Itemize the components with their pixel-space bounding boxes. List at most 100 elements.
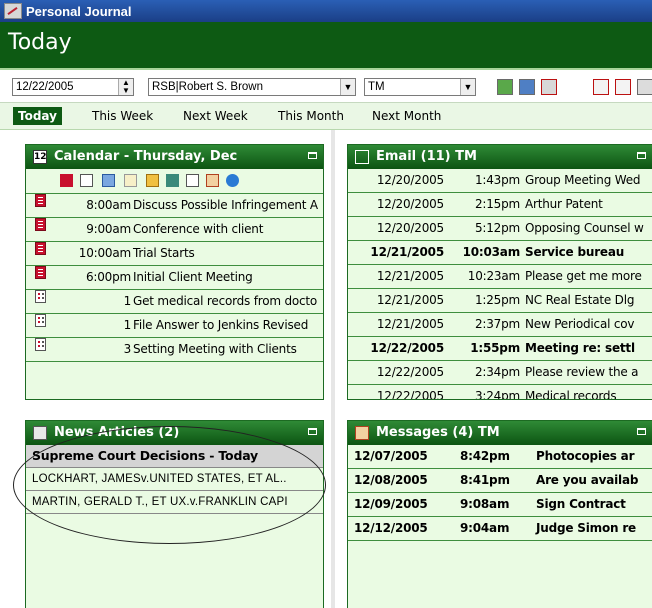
email-date: 12/21/2005 bbox=[376, 269, 444, 283]
task-icon bbox=[35, 314, 46, 327]
email-row[interactable]: 12/20/2005 5:12pm Opposing Counsel w bbox=[348, 217, 652, 241]
message-row[interactable]: 12/12/2005 9:04am Judge Simon re bbox=[348, 517, 652, 541]
message-time: 9:04am bbox=[460, 521, 510, 535]
email-row[interactable]: 12/21/2005 10:23am Please get me more bbox=[348, 265, 652, 289]
tab-this-month[interactable]: This Month bbox=[273, 107, 349, 125]
task-view-icon[interactable] bbox=[80, 174, 93, 187]
user-select[interactable]: RSB|Robert S. Brown ▼ bbox=[148, 78, 356, 96]
reminder-icon[interactable] bbox=[615, 79, 631, 95]
email-subject: Meeting re: settl bbox=[525, 341, 635, 355]
task-icon bbox=[35, 290, 46, 303]
email-row[interactable]: 12/21/2005 2:37pm New Periodical cov bbox=[348, 313, 652, 337]
message-icon[interactable] bbox=[206, 174, 219, 187]
email-date: 12/21/2005 bbox=[376, 293, 444, 307]
highlight-ellipse-annotation bbox=[13, 426, 326, 544]
calendar-item[interactable]: 9:00am Conference with client bbox=[26, 218, 323, 242]
email-row[interactable]: 12/21/2005 1:25pm NC Real Estate Dlg bbox=[348, 289, 652, 313]
email-icon[interactable] bbox=[186, 174, 199, 187]
minimize-icon[interactable] bbox=[308, 428, 317, 435]
email-panel: Email (11) TM 12/20/2005 1:43pm Group Meet… bbox=[347, 144, 652, 400]
page-title: Today bbox=[8, 30, 72, 55]
complete-task-icon[interactable] bbox=[593, 79, 609, 95]
email-date: 12/22/2005 bbox=[376, 365, 444, 379]
calendar-item-time: 6:00pm bbox=[85, 270, 131, 284]
calendar-item[interactable]: 6:00pm Initial Client Meeting bbox=[26, 266, 323, 290]
appointment-icon bbox=[35, 242, 46, 255]
calendar-item-text: Setting Meeting with Clients bbox=[133, 342, 297, 356]
email-row[interactable]: 12/20/2005 2:15pm Arthur Patent bbox=[348, 193, 652, 217]
email-row[interactable]: 12/22/2005 1:55pm Meeting re: settl bbox=[348, 337, 652, 361]
messages-panel: Messages (4) TM 12/07/2005 8:42pm Photocop… bbox=[347, 420, 652, 608]
date-spinner[interactable]: ▲ ▼ bbox=[118, 79, 133, 95]
email-subject: Please get me more bbox=[525, 269, 642, 283]
email-date: 12/21/2005 bbox=[370, 245, 444, 259]
messages-panel-title: Messages (4) TM bbox=[376, 425, 500, 440]
globe-icon[interactable] bbox=[226, 174, 239, 187]
day-view-icon[interactable] bbox=[102, 174, 115, 187]
calendar-item[interactable]: 8:00am Discuss Possible Infringement A bbox=[26, 194, 323, 218]
minimize-icon[interactable] bbox=[637, 152, 646, 159]
tab-today[interactable]: Today bbox=[13, 107, 62, 125]
calendar-list: 8:00am Discuss Possible Infringement A 9:0… bbox=[26, 194, 323, 362]
delete-entry-icon[interactable] bbox=[541, 79, 557, 95]
minimize-icon[interactable] bbox=[308, 152, 317, 159]
email-time: 10:23am bbox=[467, 269, 520, 283]
date-field[interactable]: 12/22/2005 ▲ ▼ bbox=[12, 78, 134, 96]
tab-next-week[interactable]: Next Week bbox=[178, 107, 253, 125]
email-date: 12/20/2005 bbox=[376, 197, 444, 211]
chevron-down-icon[interactable]: ▼ bbox=[460, 79, 475, 95]
email-time: 2:37pm bbox=[474, 317, 520, 331]
journal-app-icon bbox=[4, 3, 22, 19]
window-title: Personal Journal bbox=[26, 3, 132, 19]
calendar-item-time: 10:00am bbox=[78, 246, 131, 260]
minimize-icon[interactable] bbox=[637, 428, 646, 435]
calendar-item[interactable]: 10:00am Trial Starts bbox=[26, 242, 323, 266]
email-row[interactable]: 12/21/2005 10:03am Service bureau bbox=[348, 241, 652, 265]
calendar-iconbar bbox=[26, 169, 323, 194]
message-row[interactable]: 12/08/2005 8:41pm Are you availab bbox=[348, 469, 652, 493]
date-field-value: 12/22/2005 bbox=[16, 81, 74, 93]
email-panel-title: Email (11) TM bbox=[376, 149, 477, 164]
email-date: 12/22/2005 bbox=[376, 389, 444, 400]
message-row[interactable]: 12/07/2005 8:42pm Photocopies ar bbox=[348, 445, 652, 469]
email-time: 2:15pm bbox=[474, 197, 520, 211]
message-subject: Sign Contract bbox=[536, 497, 626, 511]
more-tools-icon[interactable] bbox=[637, 79, 652, 95]
email-date: 12/20/2005 bbox=[376, 173, 444, 187]
filter-select[interactable]: TM ▼ bbox=[364, 78, 476, 96]
appointment-icon bbox=[35, 218, 46, 231]
calendar-item[interactable]: 1 File Answer to Jenkins Revised bbox=[26, 314, 323, 338]
email-subject: Please review the a bbox=[525, 365, 639, 379]
page-header: Today bbox=[0, 22, 652, 70]
tab-next-month[interactable]: Next Month bbox=[367, 107, 446, 125]
email-row[interactable]: 12/22/2005 3:24pm Medical records bbox=[348, 385, 652, 400]
message-time: 8:42pm bbox=[460, 449, 510, 463]
tab-this-week[interactable]: This Week bbox=[87, 107, 158, 125]
document-icon[interactable] bbox=[166, 174, 179, 187]
message-date: 12/07/2005 bbox=[354, 449, 428, 463]
email-row[interactable]: 12/20/2005 1:43pm Group Meeting Wed bbox=[348, 169, 652, 193]
calendar-item[interactable]: 1 Get medical records from docto bbox=[26, 290, 323, 314]
message-row[interactable]: 12/09/2005 9:08am Sign Contract bbox=[348, 493, 652, 517]
edit-entry-icon[interactable] bbox=[519, 79, 535, 95]
chevron-down-icon[interactable]: ▼ bbox=[340, 79, 355, 95]
calendar-panel-title: Calendar - Thursday, Dec bbox=[54, 149, 238, 164]
appointment-view-icon[interactable] bbox=[60, 174, 73, 187]
note-icon[interactable] bbox=[124, 174, 137, 187]
calendar-item-text: Discuss Possible Infringement A bbox=[133, 198, 318, 212]
email-time: 1:25pm bbox=[474, 293, 520, 307]
period-tabs: Today This Week Next Week This Month Nex… bbox=[0, 103, 652, 130]
email-subject: Group Meeting Wed bbox=[525, 173, 641, 187]
add-entry-icon[interactable] bbox=[497, 79, 513, 95]
user-select-value: RSB|Robert S. Brown bbox=[152, 81, 264, 93]
email-subject: Service bureau bbox=[525, 245, 625, 259]
calendar-item-time: 1 bbox=[123, 294, 132, 308]
calendar-item[interactable]: 3 Setting Meeting with Clients bbox=[26, 338, 323, 362]
calendar-item-text: Trial Starts bbox=[133, 246, 195, 260]
message-subject: Judge Simon re bbox=[536, 521, 636, 535]
folder-icon[interactable] bbox=[146, 174, 159, 187]
message-date: 12/09/2005 bbox=[354, 497, 428, 511]
email-list: 12/20/2005 1:43pm Group Meeting Wed 12/20/2… bbox=[348, 169, 652, 400]
message-note-icon bbox=[355, 426, 369, 440]
email-row[interactable]: 12/22/2005 2:34pm Please review the a bbox=[348, 361, 652, 385]
